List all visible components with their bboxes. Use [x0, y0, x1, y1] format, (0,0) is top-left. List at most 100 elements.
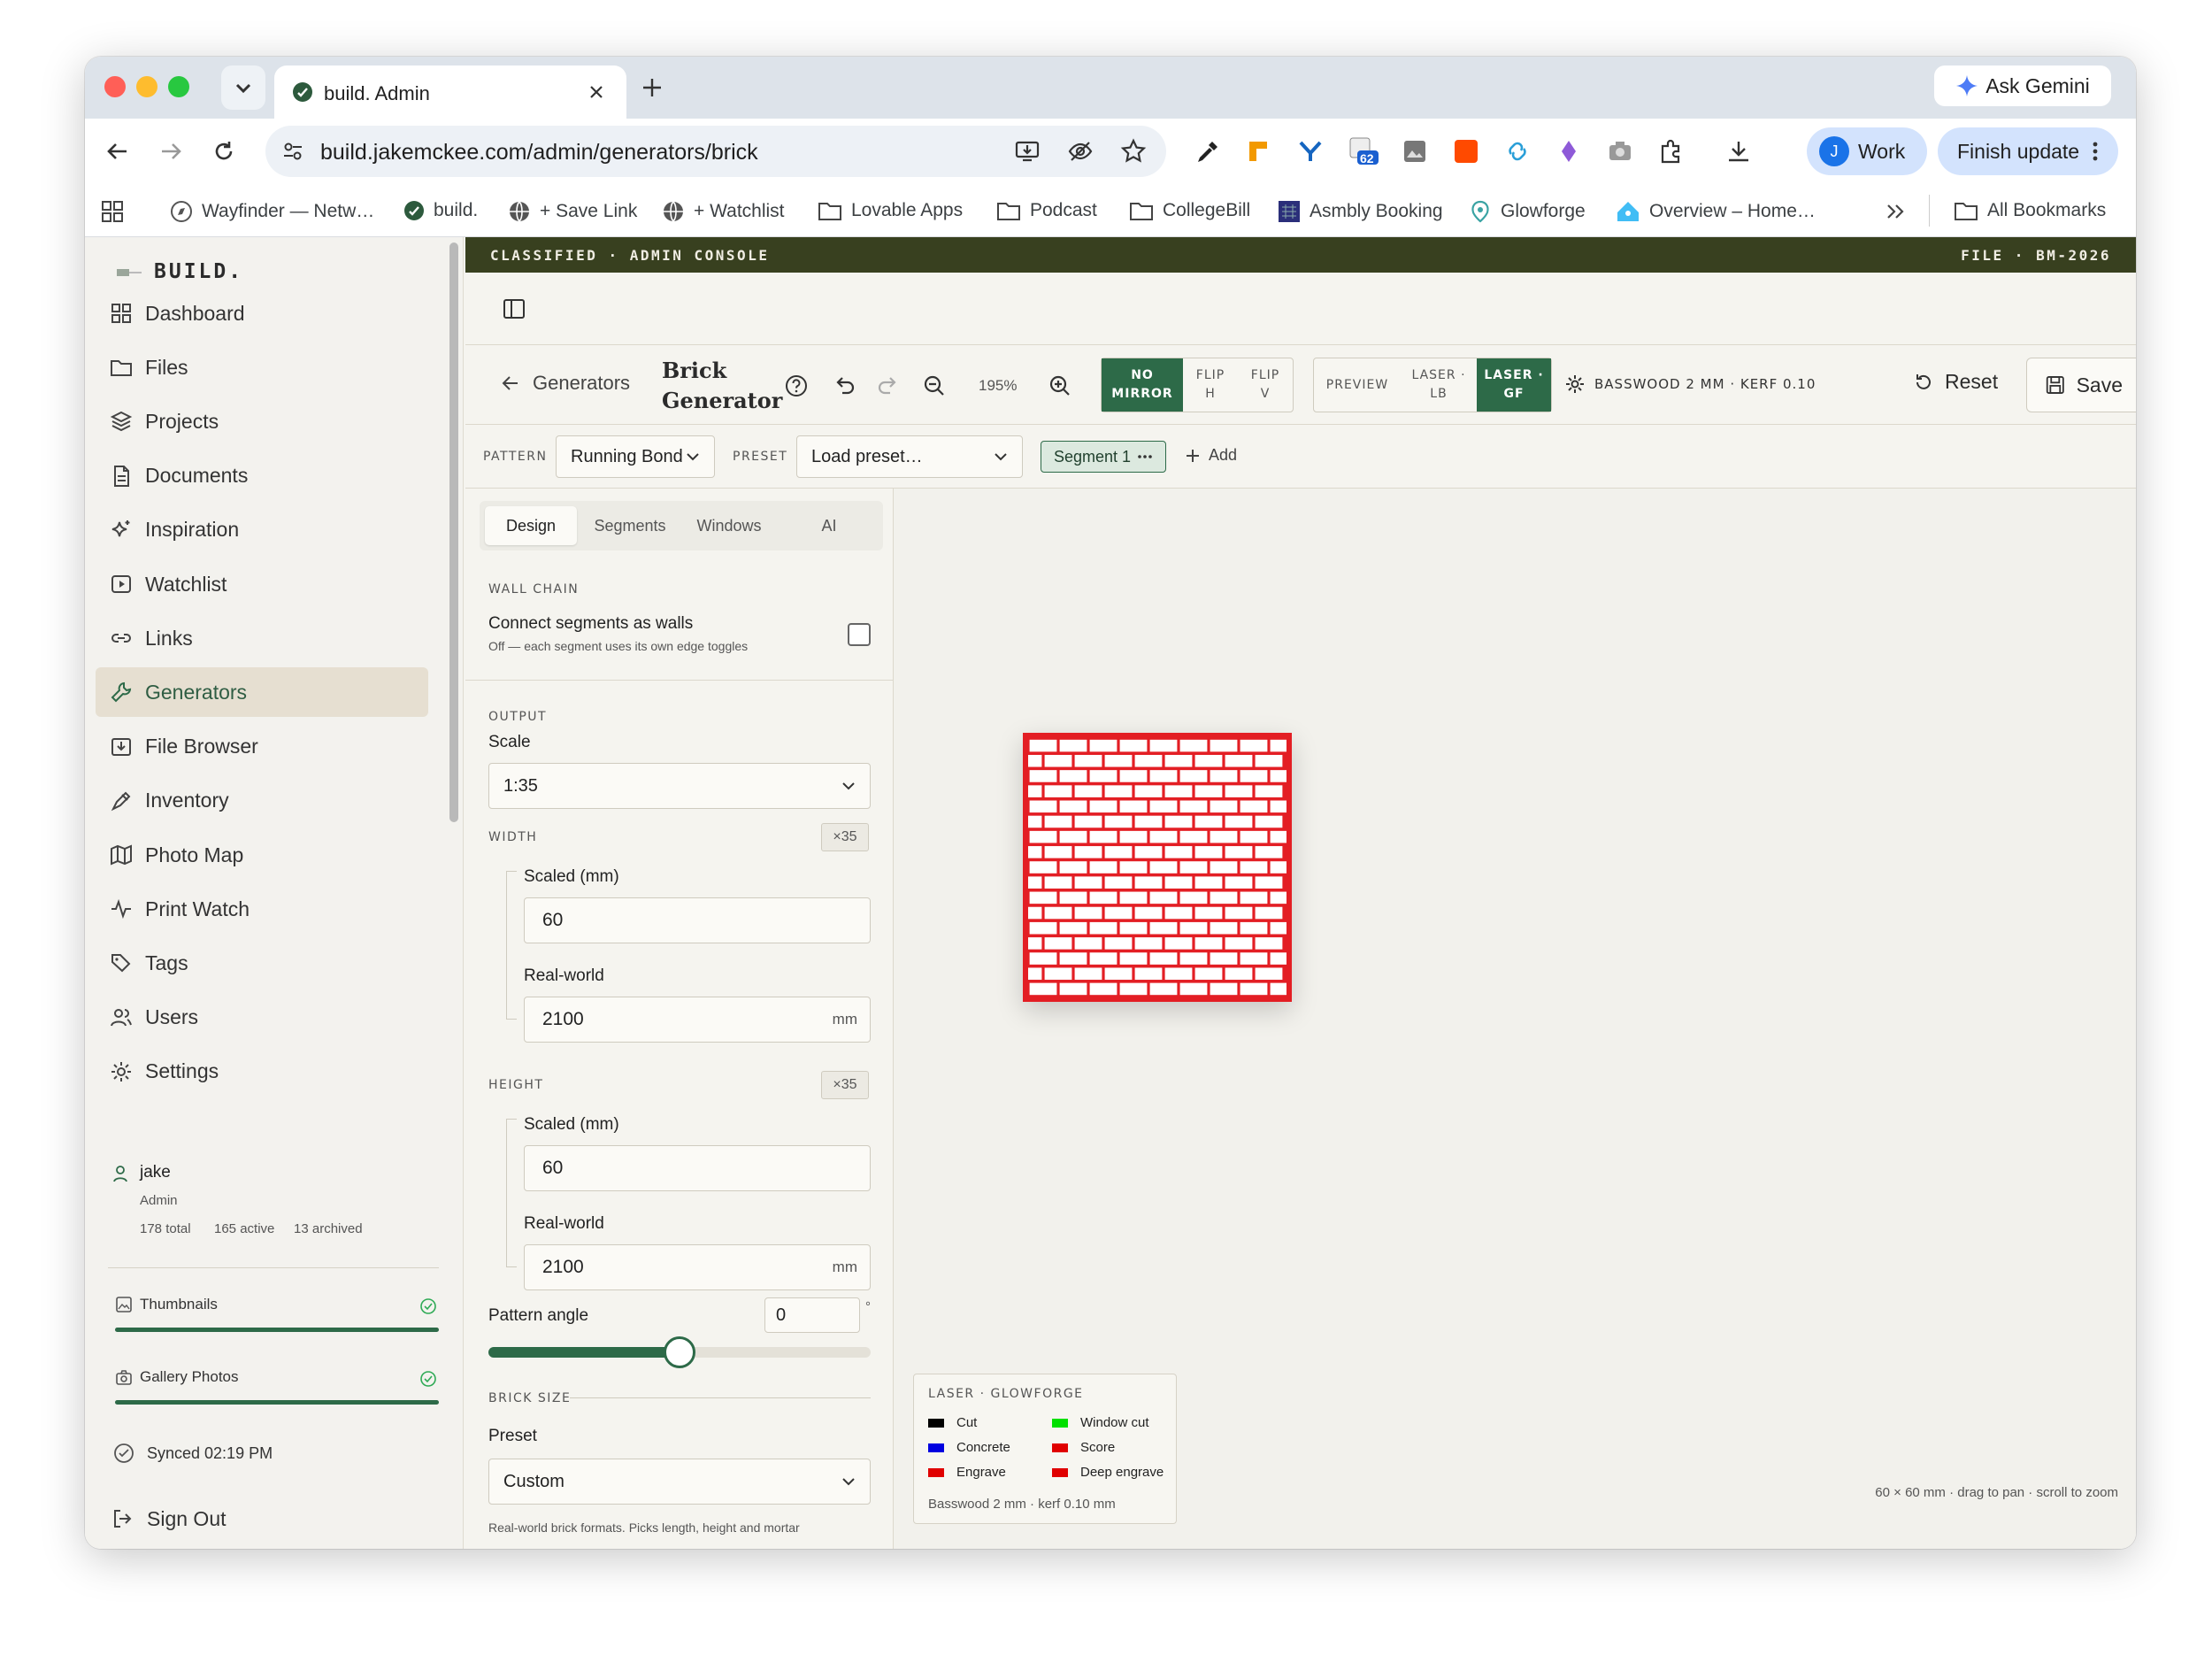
sidebar-item-photo-map[interactable]: Photo Map — [96, 830, 428, 880]
preset-select[interactable]: Load preset… — [796, 435, 1023, 478]
segment-chip[interactable]: Segment 1 — [1041, 441, 1166, 473]
new-tab-icon[interactable] — [641, 76, 664, 99]
more-horizontal-icon[interactable] — [1137, 454, 1153, 459]
sidebar-item-tags[interactable]: Tags — [96, 938, 428, 988]
brick-preset-select[interactable]: Custom — [488, 1459, 871, 1505]
chevron-double-right-icon[interactable] — [1885, 202, 1906, 221]
tab-search-button[interactable] — [221, 65, 265, 110]
brick — [1074, 876, 1102, 889]
sidebar-item-files[interactable]: Files — [96, 343, 428, 392]
site-settings-icon[interactable] — [281, 140, 304, 163]
sidebar-item-watchlist[interactable]: Watchlist — [96, 559, 428, 609]
eyedropper-extension[interactable] — [1193, 136, 1223, 166]
sidebar-item-print-watch[interactable]: Print Watch — [96, 884, 428, 934]
laser-gf-option[interactable]: LASER · GF — [1477, 358, 1551, 412]
design-canvas[interactable]: LASER · GLOWFORGE Cut Window cut Concret… — [894, 489, 2136, 1549]
forward-button[interactable] — [156, 136, 186, 166]
extension-camera[interactable] — [1605, 136, 1635, 166]
zoom-out-icon[interactable] — [922, 373, 947, 398]
extension-link[interactable] — [1502, 136, 1532, 166]
bookmark-lovable-apps[interactable]: Lovable Apps — [818, 200, 963, 221]
bookmark-watchlist[interactable]: + Watchlist — [662, 200, 785, 223]
bookmark-podcast[interactable]: Podcast — [996, 200, 1097, 221]
angle-slider[interactable] — [488, 1336, 871, 1368]
zoom-in-icon[interactable] — [1048, 373, 1072, 398]
sidebar-item-file-browser[interactable]: File Browser — [96, 722, 428, 772]
ask-gemini-button[interactable]: Ask Gemini — [1934, 65, 2111, 106]
apps-grid-icon[interactable] — [101, 200, 124, 223]
sign-out-button[interactable]: Sign Out — [97, 1494, 430, 1543]
undo-icon[interactable] — [832, 373, 856, 398]
scale-select[interactable]: 1:35 — [488, 763, 871, 809]
brick — [1179, 921, 1208, 935]
maximize-window-button[interactable] — [168, 76, 189, 97]
reset-button[interactable]: Reset — [1913, 370, 1998, 394]
sidebar-item-generators[interactable]: Generators — [96, 667, 428, 718]
eye-off-icon[interactable] — [1067, 138, 1094, 165]
bookmark-build[interactable]: build. — [403, 200, 478, 221]
add-segment-button[interactable]: Add — [1184, 446, 1237, 465]
brick-wall-preview[interactable] — [1023, 733, 1292, 1002]
bookmark-save-link[interactable]: + Save Link — [508, 200, 637, 223]
sidebar-scrollbar[interactable] — [449, 242, 458, 822]
bookmark-star-icon[interactable] — [1120, 138, 1147, 165]
material-button[interactable]: BASSWOOD 2 MM · KERF 0.10 — [1564, 373, 1816, 395]
flip-v-option[interactable]: FLIP V — [1238, 358, 1293, 412]
laser-lb-option[interactable]: LASER · LB — [1401, 358, 1477, 412]
tab-windows[interactable]: Windows — [683, 506, 775, 545]
flip-h-option[interactable]: FLIP H — [1183, 358, 1238, 412]
save-button[interactable]: Save — [2026, 358, 2136, 412]
address-bar[interactable]: build.jakemckee.com/admin/generators/bri… — [265, 126, 1166, 177]
redo-icon[interactable] — [876, 373, 901, 398]
height-scaled-input[interactable]: 60 — [524, 1145, 871, 1191]
bookmark-overview[interactable]: Overview – Home… — [1616, 200, 1816, 223]
install-app-icon[interactable] — [1014, 138, 1041, 165]
finish-update-button[interactable]: Finish update — [1938, 127, 2118, 175]
help-icon[interactable] — [784, 373, 809, 398]
sidebar-item-inspiration[interactable]: Inspiration — [96, 505, 428, 555]
sidebar-item-documents[interactable]: Documents — [96, 451, 428, 501]
sidebar-item-inventory[interactable]: Inventory — [96, 776, 428, 826]
width-scaled-input[interactable]: 60 — [524, 897, 871, 943]
back-button[interactable] — [103, 136, 133, 166]
connect-checkbox[interactable] — [848, 623, 871, 646]
brick — [1270, 800, 1286, 813]
profile-button[interactable]: J Work — [1807, 127, 1927, 175]
tab-segments[interactable]: Segments — [582, 506, 678, 545]
sidebar-item-users[interactable]: Users — [96, 993, 428, 1043]
reset-label: Reset — [1945, 370, 1999, 393]
extension-blue[interactable] — [1295, 136, 1325, 166]
extension-zapier[interactable] — [1451, 136, 1481, 166]
extension-photos[interactable] — [1400, 136, 1430, 166]
height-real-input[interactable]: 2100 mm — [524, 1244, 871, 1290]
reload-button[interactable] — [209, 136, 239, 166]
sidebar-item-links[interactable]: Links — [96, 613, 428, 663]
close-window-button[interactable] — [104, 76, 126, 97]
pattern-select[interactable]: Running Bond — [556, 435, 715, 478]
no-mirror-option[interactable]: NO MIRROR — [1102, 358, 1183, 412]
bookmark-wayfinder[interactable]: Wayfinder — Netw… — [170, 200, 374, 223]
extension-orange[interactable] — [1244, 136, 1274, 166]
extensions-button[interactable] — [1656, 136, 1686, 166]
minimize-window-button[interactable] — [136, 76, 157, 97]
browser-tab[interactable]: build. Admin — [274, 65, 626, 119]
extension-calendar[interactable]: 62 — [1348, 136, 1379, 166]
sidebar-item-settings[interactable]: Settings — [96, 1047, 428, 1097]
bookmark-asmbly[interactable]: Asmbly Booking — [1278, 200, 1443, 223]
angle-input[interactable]: 0 — [764, 1297, 860, 1333]
tab-ai[interactable]: AI — [780, 506, 878, 545]
sidebar-item-projects[interactable]: Projects — [96, 396, 428, 446]
bookmark-glowforge[interactable]: Glowforge — [1469, 200, 1586, 223]
all-bookmarks[interactable]: All Bookmarks — [1954, 200, 2106, 221]
bookmark-collegebill[interactable]: CollegeBill — [1129, 200, 1250, 221]
sidebar-toggle-icon[interactable] — [503, 297, 526, 320]
extension-purple[interactable] — [1554, 136, 1584, 166]
preview-option[interactable]: PREVIEW — [1314, 358, 1401, 412]
width-real-input[interactable]: 2100 mm — [524, 997, 871, 1043]
back-to-generators[interactable]: Generators — [501, 372, 630, 395]
angle-slider-thumb[interactable] — [664, 1336, 695, 1368]
downloads-button[interactable] — [1724, 136, 1754, 166]
tab-design[interactable]: Design — [485, 506, 577, 545]
sidebar-item-dashboard[interactable]: Dashboard — [96, 289, 428, 338]
close-tab-icon[interactable] — [588, 83, 605, 101]
